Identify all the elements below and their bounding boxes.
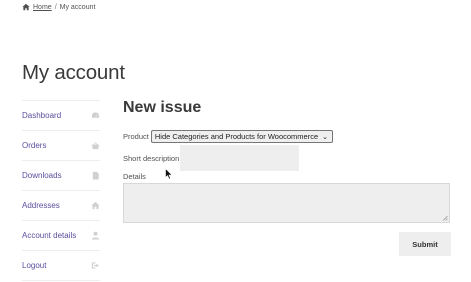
product-row: Product Hide Categories and Products for… bbox=[123, 130, 334, 143]
page-title: My account bbox=[22, 61, 125, 84]
nav-item-logout[interactable]: Logout bbox=[22, 250, 100, 281]
user-icon bbox=[90, 231, 100, 241]
resize-handle-icon[interactable] bbox=[442, 215, 448, 221]
breadcrumb-separator: / bbox=[54, 3, 57, 11]
short-description-input[interactable] bbox=[180, 145, 300, 171]
home-icon bbox=[90, 201, 100, 211]
chevron-down-icon[interactable]: ⌄ bbox=[322, 133, 328, 141]
mouse-cursor-icon bbox=[165, 168, 173, 180]
nav-item-orders[interactable]: Orders bbox=[22, 130, 100, 160]
account-navigation: Dashboard Orders Downloads Addresses Acc… bbox=[22, 100, 100, 281]
nav-item-label[interactable]: Dashboard bbox=[22, 111, 61, 120]
nav-item-label[interactable]: Addresses bbox=[22, 201, 60, 210]
short-description-row: Short description bbox=[123, 145, 300, 171]
form-title: New issue bbox=[123, 99, 202, 116]
details-textarea[interactable] bbox=[123, 183, 450, 223]
nav-item-label[interactable]: Logout bbox=[22, 261, 46, 270]
dashboard-icon bbox=[90, 111, 100, 121]
short-description-label: Short description bbox=[123, 153, 180, 163]
nav-item-addresses[interactable]: Addresses bbox=[22, 190, 100, 220]
breadcrumb-current: My account bbox=[59, 3, 96, 11]
details-label: Details bbox=[123, 172, 146, 181]
product-select[interactable]: Hide Categories and Products for Woocomm… bbox=[150, 130, 334, 143]
product-label: Product bbox=[123, 132, 149, 141]
submit-button[interactable]: Submit bbox=[399, 232, 451, 256]
product-select-value[interactable]: Hide Categories and Products for Woocomm… bbox=[155, 132, 318, 141]
logout-icon bbox=[90, 261, 100, 271]
breadcrumb: Home / My account bbox=[22, 3, 95, 11]
home-icon bbox=[22, 3, 30, 11]
breadcrumb-home-link[interactable]: Home bbox=[33, 4, 52, 11]
nav-item-label[interactable]: Account details bbox=[22, 231, 76, 240]
nav-item-account-details[interactable]: Account details bbox=[22, 220, 100, 250]
basket-icon bbox=[90, 141, 100, 151]
nav-item-downloads[interactable]: Downloads bbox=[22, 160, 100, 190]
file-icon bbox=[90, 171, 100, 181]
nav-item-label[interactable]: Orders bbox=[22, 141, 46, 150]
nav-item-dashboard[interactable]: Dashboard bbox=[22, 100, 100, 130]
nav-item-label[interactable]: Downloads bbox=[22, 171, 62, 180]
